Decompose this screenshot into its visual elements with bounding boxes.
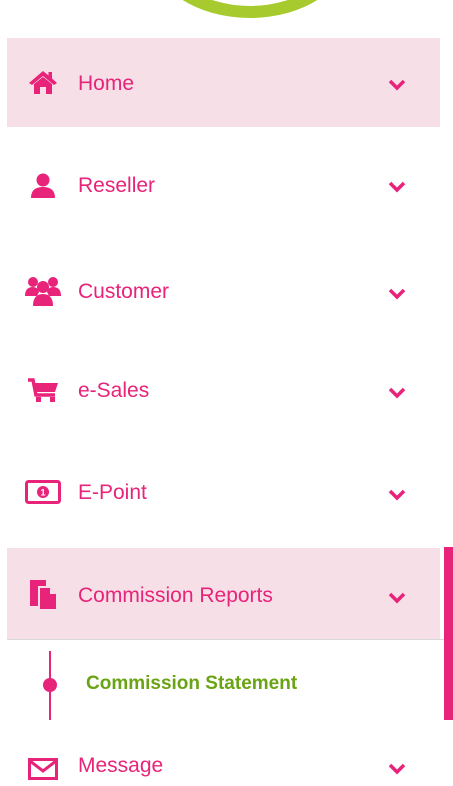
envelope-icon [25, 752, 61, 786]
sidebar-item-label: Message [78, 754, 164, 777]
sidebar-item-e-sales[interactable]: e-Sales [7, 348, 440, 434]
sidebar-item-e-point[interactable]: 1 E-Point [7, 450, 440, 536]
chevron-down-icon[interactable] [387, 386, 407, 400]
sidebar-item-label: e-Sales [78, 379, 150, 402]
chevron-down-icon[interactable] [387, 287, 407, 301]
sidebar-item-commission-reports[interactable]: Commission Reports [7, 548, 440, 639]
report-icon [25, 577, 61, 611]
divider [7, 639, 444, 640]
sidebar-item-home[interactable]: Home [7, 38, 440, 127]
chevron-down-icon[interactable] [387, 78, 407, 92]
submenu-item-commission-statement[interactable]: Commission Statement [86, 673, 297, 695]
sidebar-item-message[interactable]: Message [7, 724, 440, 780]
money-icon: 1 [25, 475, 61, 509]
users-icon [25, 274, 61, 308]
cart-icon [25, 374, 61, 408]
home-icon [25, 65, 61, 99]
chevron-down-icon[interactable] [387, 488, 407, 502]
sidebar-item-label: Reseller [78, 174, 156, 197]
sidebar-item-customer[interactable]: Customer [7, 249, 440, 335]
sidebar-item-label: Home [78, 72, 135, 95]
active-indicator [444, 547, 453, 720]
sidebar-item-reseller[interactable]: Reseller [7, 145, 440, 231]
submenu-bullet [43, 678, 57, 692]
svg-text:1: 1 [40, 488, 45, 498]
chevron-down-icon[interactable] [387, 180, 407, 194]
sidebar-item-label: E-Point [78, 481, 147, 504]
sidebar-item-label: Customer [78, 280, 170, 303]
user-icon [25, 169, 61, 203]
sidebar-item-label: Commission Reports [78, 584, 273, 607]
chevron-down-icon[interactable] [387, 591, 407, 605]
logo [150, 0, 350, 18]
